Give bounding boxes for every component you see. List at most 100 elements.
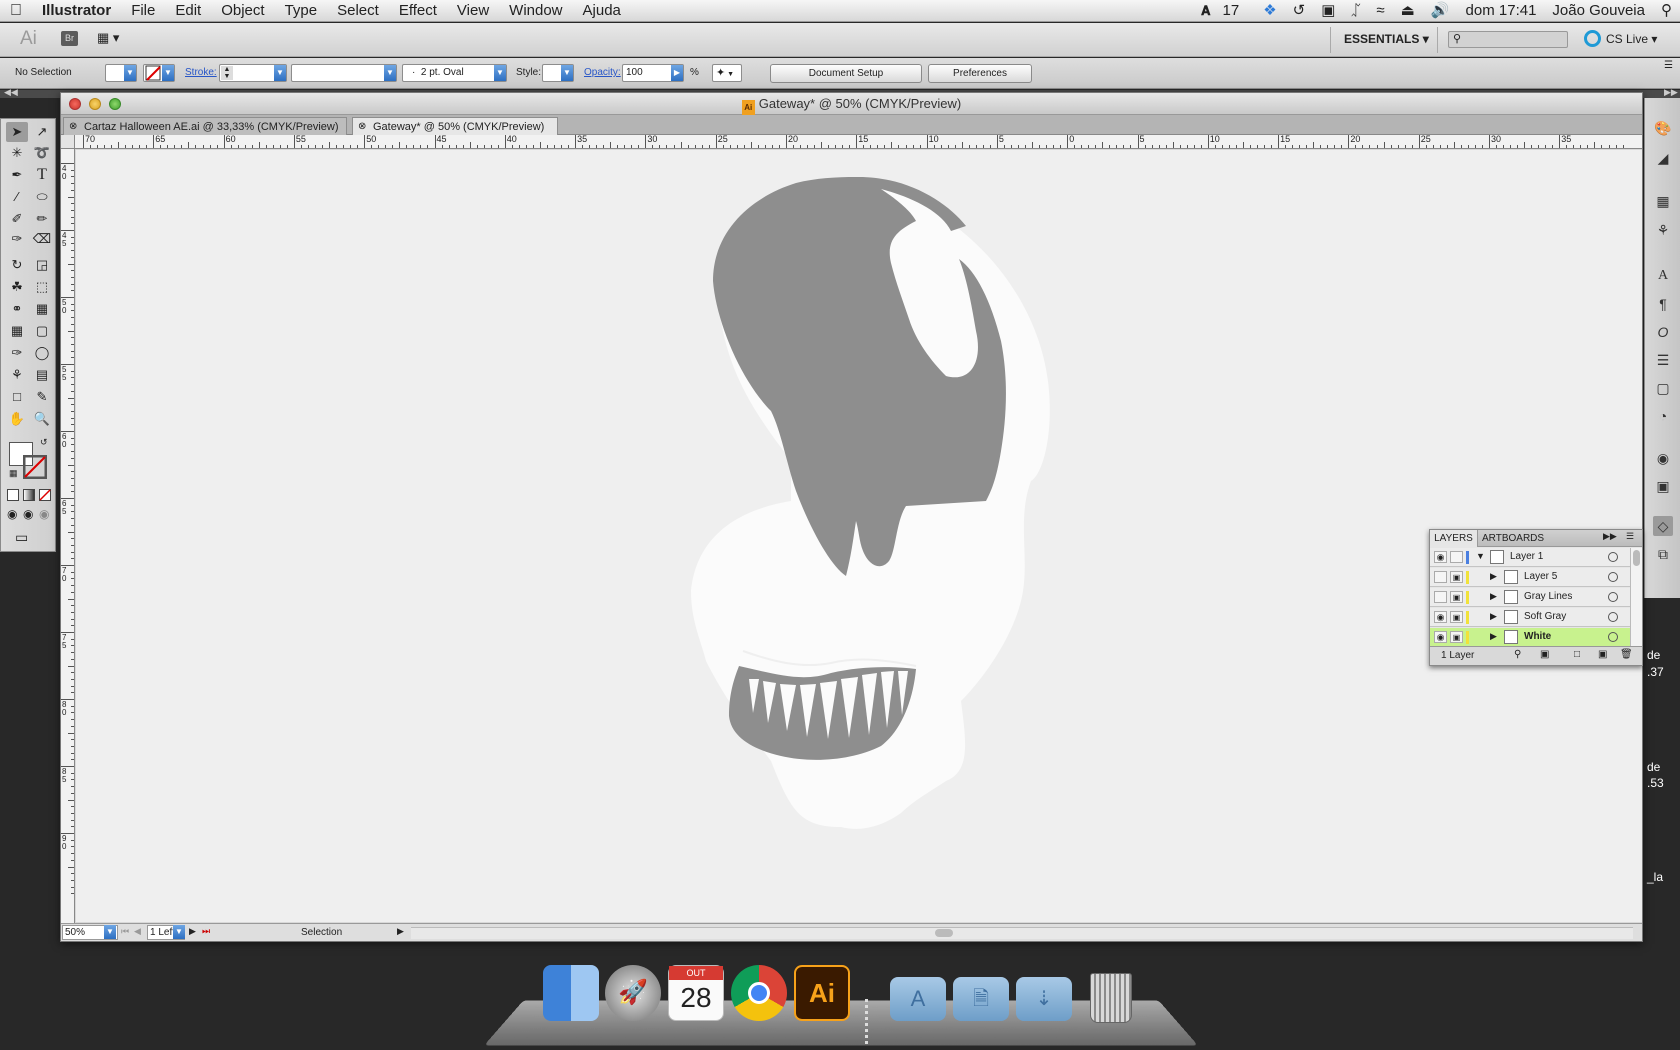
stroke-dropdown-arrow[interactable]: ▼ xyxy=(162,65,174,81)
panel-collapse-icon[interactable]: ▶▶ xyxy=(1603,531,1617,542)
transparency-panel-icon[interactable]: ◔ xyxy=(1653,406,1673,426)
adobe-updates-status[interactable]: 𝐀 17 xyxy=(1193,0,1255,22)
layer-row[interactable]: ◉ ▼ Layer 1 xyxy=(1430,548,1630,567)
lasso-tool-icon[interactable]: ➰ xyxy=(31,143,53,163)
menu-ajuda[interactable]: Ajuda xyxy=(573,0,631,22)
menu-edit[interactable]: Edit xyxy=(165,0,211,22)
artboard-canvas[interactable] xyxy=(76,150,1642,922)
stroke-swatch[interactable]: ▼ xyxy=(143,64,175,82)
next-artboard-icon[interactable]: ▶ xyxy=(189,926,196,937)
color-mode-icon[interactable] xyxy=(7,489,19,501)
artboards-panel-icon[interactable]: ⧉ xyxy=(1653,544,1673,564)
stroke-stepper-icon[interactable]: ▲ ▼ xyxy=(221,66,233,80)
rotate-tool-icon[interactable]: ↻ xyxy=(6,255,28,275)
previous-artboard-icon[interactable]: ◀ xyxy=(134,926,141,937)
time-machine-icon[interactable]: ↺ xyxy=(1285,0,1314,22)
menu-type[interactable]: Type xyxy=(275,0,328,22)
control-panel-menu-icon[interactable]: ☰ xyxy=(1664,60,1673,71)
layers-scrollbar[interactable] xyxy=(1630,548,1642,646)
layer-lock-toggle[interactable]: ▣ xyxy=(1450,631,1463,643)
gradient-panel-icon[interactable]: ▢ xyxy=(1653,378,1673,398)
scroll-thumb[interactable] xyxy=(1633,550,1640,566)
screen-mode-icon[interactable]: ▭ xyxy=(15,529,28,546)
horizontal-scrollbar[interactable] xyxy=(411,927,1633,939)
zoom-window-button[interactable] xyxy=(109,98,121,110)
layer-target-icon[interactable] xyxy=(1608,592,1618,602)
help-search-input[interactable] xyxy=(1467,33,1565,46)
first-artboard-icon[interactable]: ⏮ xyxy=(121,926,129,937)
layer-name[interactable]: White xyxy=(1524,631,1551,642)
expand-triangle-icon[interactable]: ▶ xyxy=(1490,611,1497,622)
profile-dropdown[interactable]: ▼ xyxy=(384,65,396,81)
type-tool-icon[interactable]: T xyxy=(31,165,53,185)
fill-swatch[interactable]: ▼ xyxy=(105,64,137,82)
documents-folder-icon[interactable]: 🗎 xyxy=(953,977,1009,1021)
new-layer-icon[interactable]: ▣ xyxy=(1598,649,1607,660)
menu-view[interactable]: View xyxy=(447,0,499,22)
layer-target-icon[interactable] xyxy=(1608,552,1618,562)
status-menu-arrow-icon[interactable]: ▶ xyxy=(397,926,404,937)
collapse-triangle-icon[interactable]: ▼ xyxy=(1476,551,1485,561)
menu-select[interactable]: Select xyxy=(327,0,389,22)
opentype-panel-icon[interactable]: O xyxy=(1653,322,1673,342)
document-setup-button[interactable]: Document Setup xyxy=(770,64,922,83)
eyedropper-tool-icon[interactable]: ✑ xyxy=(6,343,28,363)
layer-visibility-toggle[interactable]: ◉ xyxy=(1434,611,1447,623)
help-search-field[interactable]: ⚲ xyxy=(1448,31,1568,48)
stroke-none-box[interactable] xyxy=(23,455,47,479)
paintbrush-tool-icon[interactable]: ✐ xyxy=(6,209,28,229)
swatches-panel-icon[interactable]: ▦ xyxy=(1653,191,1673,211)
trash-icon[interactable] xyxy=(1090,973,1132,1023)
chrome-icon[interactable] xyxy=(731,965,787,1021)
style-swatch[interactable]: ▼ xyxy=(542,64,574,82)
layer-visibility-toggle[interactable]: ◉ xyxy=(1434,551,1447,563)
blob-brush-tool-icon[interactable]: ✑ xyxy=(6,229,28,249)
layer-name[interactable]: Soft Gray xyxy=(1524,611,1566,622)
default-fill-stroke-icon[interactable]: ▦ xyxy=(9,468,18,479)
layer-row[interactable]: ◉ ▣ ▶ Soft Gray xyxy=(1430,608,1630,627)
display-icon[interactable]: ▣ xyxy=(1313,0,1343,22)
make-clipping-mask-icon[interactable]: ▣ xyxy=(1540,649,1549,660)
cs-live-menu[interactable]: CS Live ▾ xyxy=(1606,32,1657,46)
draw-inside-icon[interactable]: ◉ xyxy=(39,507,49,521)
scale-tool-icon[interactable]: ◲ xyxy=(31,255,53,275)
layer-lock-toggle[interactable]: ▣ xyxy=(1450,611,1463,623)
expand-triangle-icon[interactable]: ▶ xyxy=(1490,571,1497,582)
artboard-dropdown[interactable]: ▼ xyxy=(173,925,185,939)
stroke-weight-dropdown[interactable]: ▼ xyxy=(274,65,286,81)
menu-window[interactable]: Window xyxy=(499,0,572,22)
pen-tool-icon[interactable]: ✒ xyxy=(6,165,28,185)
variable-width-profile[interactable]: ▼ xyxy=(291,64,397,82)
menu-app-name[interactable]: Illustrator xyxy=(32,0,121,22)
color-guide-icon[interactable]: ◢ xyxy=(1653,148,1673,168)
layer-visibility-toggle[interactable] xyxy=(1434,591,1447,603)
last-artboard-icon[interactable]: ⏭ xyxy=(202,926,210,937)
spotlight-icon[interactable]: ⚲ xyxy=(1653,0,1680,22)
hand-tool-icon[interactable]: ✋ xyxy=(6,409,28,429)
character-panel-icon[interactable]: A xyxy=(1653,266,1673,286)
tab-cartaz-halloween[interactable]: ⊗ Cartaz Halloween AE.ai @ 33,33% (CMYK/… xyxy=(63,117,347,135)
brush-dropdown[interactable]: ▼ xyxy=(494,65,506,81)
close-window-button[interactable] xyxy=(69,98,81,110)
layer-row[interactable]: ▣ ▶ Layer 5 xyxy=(1430,568,1630,587)
symbol-sprayer-tool-icon[interactable]: ⚘ xyxy=(6,365,28,385)
applications-folder-icon[interactable]: A xyxy=(890,977,946,1021)
ruler-origin[interactable] xyxy=(61,135,75,149)
illustrator-icon[interactable]: Ai xyxy=(794,965,850,1021)
zoom-dropdown[interactable]: ▼ xyxy=(104,925,116,939)
none-mode-icon[interactable] xyxy=(39,489,51,501)
layer-visibility-toggle[interactable]: ◉ xyxy=(1434,631,1447,643)
dropbox-icon[interactable]: ❖ xyxy=(1255,0,1284,22)
layer-lock-toggle[interactable]: ▣ xyxy=(1450,571,1463,583)
layer-name[interactable]: Layer 1 xyxy=(1510,551,1543,562)
layer-row[interactable]: ◉ ▣ ▶ White xyxy=(1430,628,1630,647)
recolor-artwork-button[interactable]: ✦ ▼ xyxy=(712,64,742,82)
apple-icon[interactable]:  xyxy=(0,0,32,22)
column-graph-tool-icon[interactable]: ▤ xyxy=(31,365,53,385)
launchpad-icon[interactable]: 🚀 xyxy=(605,965,661,1021)
locate-object-icon[interactable]: ⚲ xyxy=(1514,649,1521,660)
artboard-tool-icon[interactable]: □ xyxy=(6,387,28,407)
close-tab-icon[interactable]: ⊗ xyxy=(69,118,77,136)
arrange-documents-icon[interactable]: ▦ ▾ xyxy=(97,30,129,48)
layer-lock-toggle[interactable] xyxy=(1450,551,1463,563)
